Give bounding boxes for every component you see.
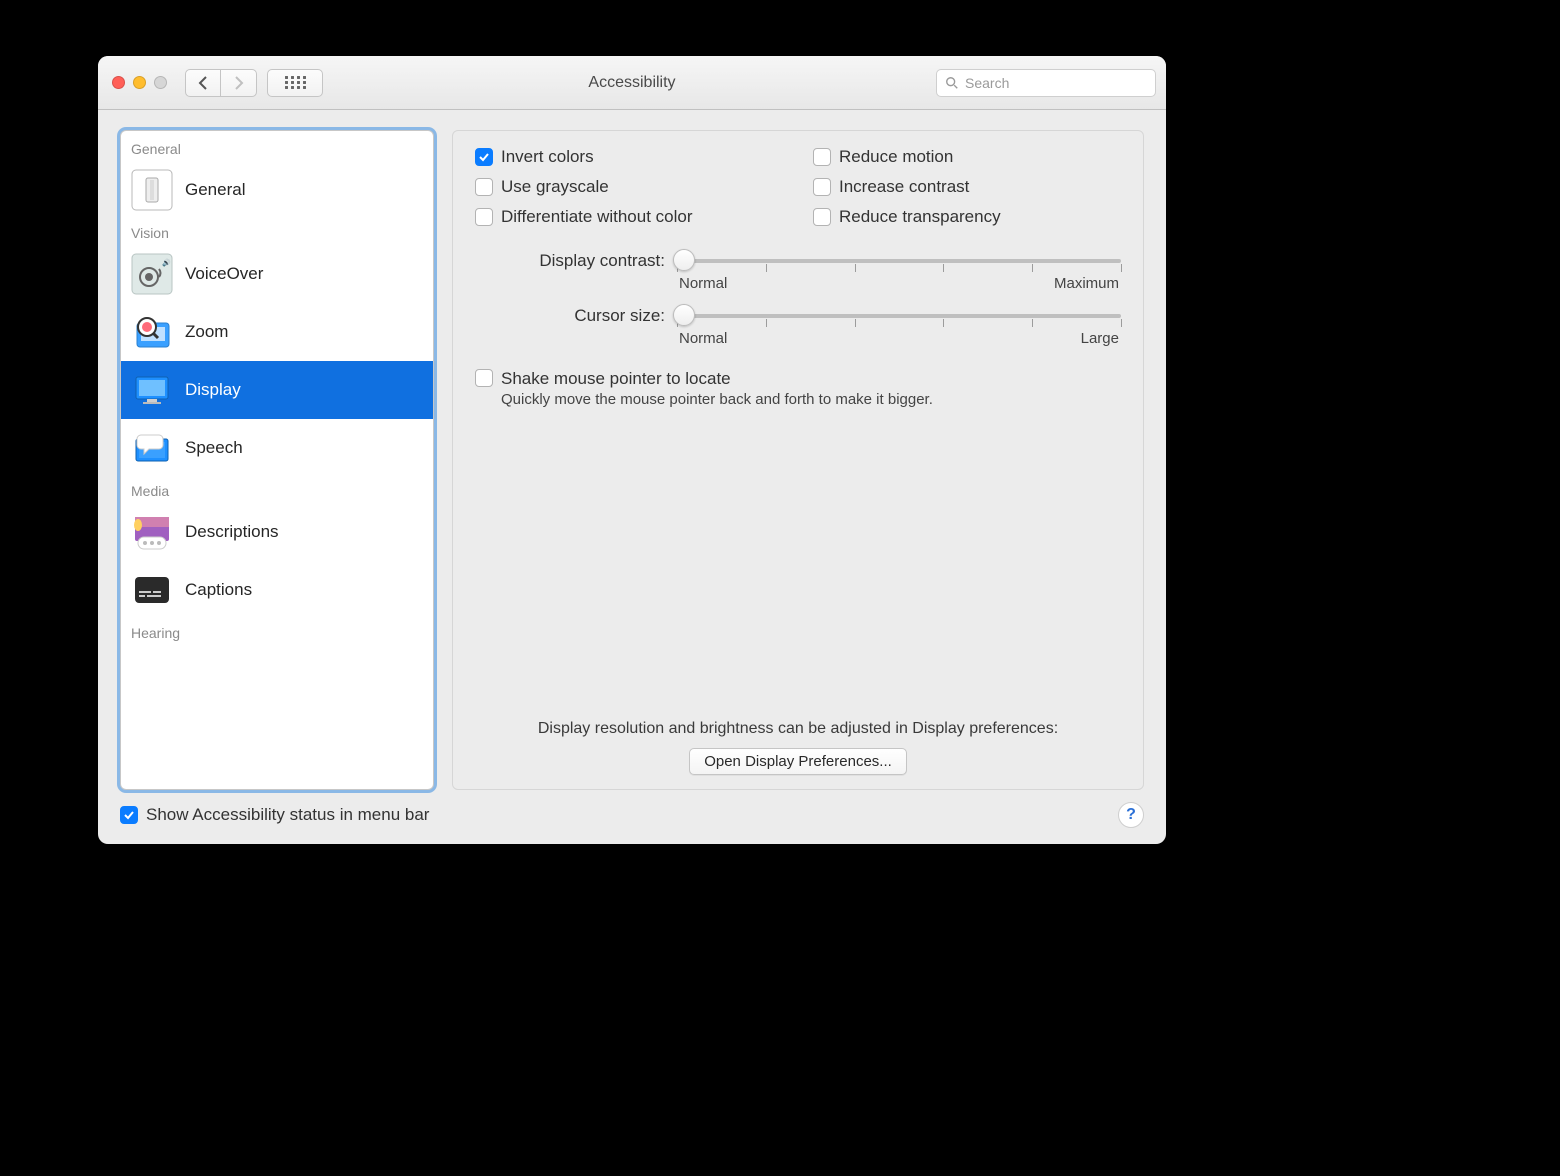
slider-max-label: Large xyxy=(1081,330,1119,347)
search-icon xyxy=(945,76,959,90)
captions-icon xyxy=(131,569,173,611)
slider-min-label: Normal xyxy=(679,275,727,292)
cursor-size-label: Cursor size: xyxy=(475,306,665,326)
sidebar-section-media: Media xyxy=(121,477,433,503)
slider-min-label: Normal xyxy=(679,330,727,347)
checkbox-label: Differentiate without color xyxy=(501,207,693,227)
checkbox-label: Show Accessibility status in menu bar xyxy=(146,805,429,825)
display-checkboxes: Invert colors Reduce motion Use grayscal… xyxy=(475,147,1121,227)
invert-colors-checkbox[interactable]: Invert colors xyxy=(475,147,783,167)
sidebar-item-label: VoiceOver xyxy=(185,264,263,284)
display-settings-pane: Invert colors Reduce motion Use grayscal… xyxy=(452,130,1144,790)
checkbox-label: Reduce motion xyxy=(839,147,953,167)
display-icon xyxy=(131,369,173,411)
sidebar-item-zoom[interactable]: Zoom xyxy=(121,303,433,361)
close-window-button[interactable] xyxy=(112,76,125,89)
show-in-menu-bar-checkbox[interactable]: Show Accessibility status in menu bar xyxy=(120,805,429,825)
slider-knob[interactable] xyxy=(673,304,695,326)
checkbox-icon xyxy=(813,178,831,196)
zoom-icon xyxy=(131,311,173,353)
search-input[interactable] xyxy=(965,75,1147,91)
sidebar-item-descriptions[interactable]: Descriptions xyxy=(121,503,433,561)
checkbox-icon xyxy=(120,806,138,824)
sidebar-section-vision: Vision xyxy=(121,219,433,245)
window-footer: Show Accessibility status in menu bar ? xyxy=(98,802,1166,844)
forward-button[interactable] xyxy=(221,69,257,97)
help-button[interactable]: ? xyxy=(1118,802,1144,828)
general-icon xyxy=(131,169,173,211)
descriptions-icon xyxy=(131,511,173,553)
shake-mouse-row: Shake mouse pointer to locate Quickly mo… xyxy=(475,369,1121,409)
category-sidebar[interactable]: General General Vision xyxy=(120,130,434,790)
voiceover-icon: 🔊 xyxy=(131,253,173,295)
show-all-button[interactable] xyxy=(267,69,323,97)
slider-max-label: Maximum xyxy=(1054,275,1119,292)
display-prefs-note-text: Display resolution and brightness can be… xyxy=(538,720,1058,737)
window-controls xyxy=(112,76,167,89)
checkbox-icon xyxy=(475,208,493,226)
svg-text:🔊: 🔊 xyxy=(162,258,171,267)
nav-buttons xyxy=(185,69,257,97)
checkbox-icon xyxy=(813,148,831,166)
display-contrast-label: Display contrast: xyxy=(475,251,665,271)
checkbox-label: Use grayscale xyxy=(501,177,609,197)
sidebar-section-hearing: Hearing xyxy=(121,619,433,645)
search-field[interactable] xyxy=(936,69,1156,97)
display-contrast-slider[interactable] xyxy=(677,251,1121,271)
sidebar-item-general[interactable]: General xyxy=(121,161,433,219)
shake-mouse-subtext: Quickly move the mouse pointer back and … xyxy=(501,391,933,408)
titlebar: Accessibility xyxy=(98,56,1166,110)
zoom-window-button[interactable] xyxy=(154,76,167,89)
sidebar-section-general: General xyxy=(121,135,433,161)
back-button[interactable] xyxy=(185,69,221,97)
checkbox-icon xyxy=(813,208,831,226)
sidebar-item-captions[interactable]: Captions xyxy=(121,561,433,619)
diff-without-color-checkbox[interactable]: Differentiate without color xyxy=(475,207,783,227)
checkbox-icon xyxy=(475,148,493,166)
display-prefs-note: Display resolution and brightness can be… xyxy=(475,720,1121,775)
chevron-right-icon xyxy=(234,76,244,90)
accessibility-window: Accessibility General General xyxy=(98,56,1166,844)
reduce-transparency-checkbox[interactable]: Reduce transparency xyxy=(813,207,1121,227)
sidebar-item-label: Zoom xyxy=(185,322,228,342)
grid-icon xyxy=(285,76,305,90)
chevron-left-icon xyxy=(198,76,208,90)
speech-icon xyxy=(131,427,173,469)
display-contrast-row: Display contrast: Normal Maxim xyxy=(475,251,1121,292)
slider-knob[interactable] xyxy=(673,249,695,271)
cursor-size-row: Cursor size: Normal Large xyxy=(475,306,1121,347)
increase-contrast-checkbox[interactable]: Increase contrast xyxy=(813,177,1121,197)
open-display-preferences-button[interactable]: Open Display Preferences... xyxy=(689,748,907,775)
reduce-motion-checkbox[interactable]: Reduce motion xyxy=(813,147,1121,167)
cursor-size-slider[interactable] xyxy=(677,306,1121,326)
checkbox-label: Invert colors xyxy=(501,147,594,167)
sidebar-item-label: Speech xyxy=(185,438,243,458)
sidebar-item-label: Display xyxy=(185,380,241,400)
shake-mouse-label: Shake mouse pointer to locate xyxy=(501,369,731,388)
checkbox-label: Increase contrast xyxy=(839,177,969,197)
sidebar-item-speech[interactable]: Speech xyxy=(121,419,433,477)
minimize-window-button[interactable] xyxy=(133,76,146,89)
checkbox-icon xyxy=(475,369,493,387)
checkbox-label: Reduce transparency xyxy=(839,207,1001,227)
preferences-body: General General Vision xyxy=(98,110,1166,802)
sidebar-item-label: General xyxy=(185,180,245,200)
shake-mouse-checkbox[interactable]: Shake mouse pointer to locate Quickly mo… xyxy=(475,369,933,409)
sidebar-item-display[interactable]: Display xyxy=(121,361,433,419)
sidebar-item-label: Descriptions xyxy=(185,522,279,542)
use-grayscale-checkbox[interactable]: Use grayscale xyxy=(475,177,783,197)
sidebar-item-label: Captions xyxy=(185,580,252,600)
help-icon: ? xyxy=(1126,806,1136,824)
sidebar-item-voiceover[interactable]: 🔊 VoiceOver xyxy=(121,245,433,303)
checkbox-icon xyxy=(475,178,493,196)
